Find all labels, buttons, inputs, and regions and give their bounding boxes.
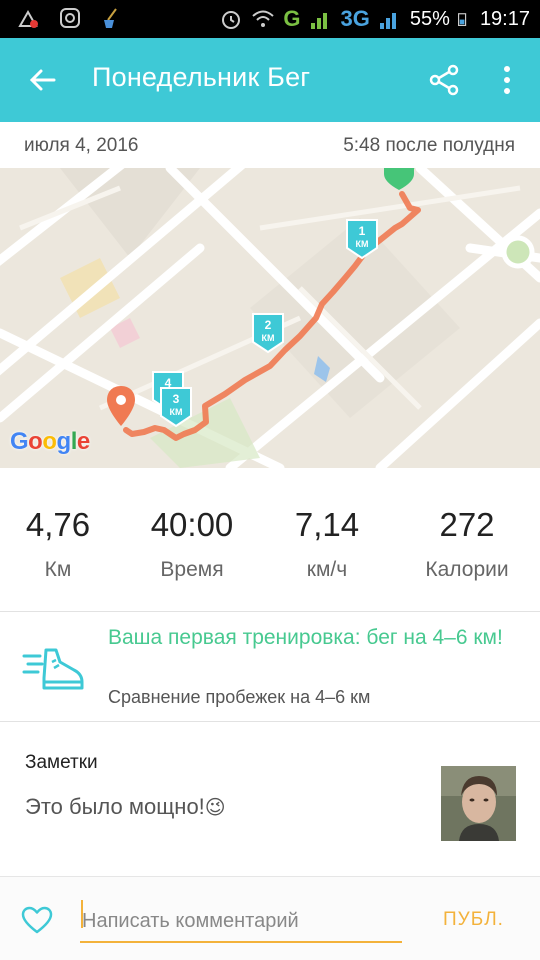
end-location-pin-icon: [107, 386, 135, 426]
km-marker-1[interactable]: 1 КМ: [345, 218, 379, 260]
km-marker-2-num: 2: [265, 318, 272, 332]
achievement-subtitle[interactable]: Сравнение пробежек на 4–6 км: [108, 687, 370, 708]
activity-time: 5:48 после полудня: [343, 135, 515, 156]
stat-time-value: 40:00: [150, 506, 234, 543]
stat-time: 40:00 Время: [127, 506, 257, 582]
notes-section: Заметки Это было мощно!😉: [0, 722, 540, 874]
network-g-indicator: G: [283, 6, 301, 31]
stat-speed: 7,14 км/ч: [262, 506, 392, 582]
cleaner-icon: [104, 8, 117, 28]
signal-icon-1: [310, 13, 327, 29]
achievement-headline: Ваша первая тренировка: бег на 4–6 км!: [108, 626, 503, 649]
notes-body: Это было мощно!: [25, 794, 205, 819]
stat-time-label: Время: [160, 558, 224, 581]
activity-date: июля 4, 2016: [24, 135, 139, 156]
user-avatar-image: [441, 766, 516, 841]
share-icon[interactable]: [426, 62, 462, 98]
stat-distance-value: 4,76: [25, 506, 91, 543]
alarm-icon: [222, 11, 241, 29]
notes-label: Заметки: [25, 752, 98, 773]
stats-row: 4,76 Км 40:00 Время 7,14 км/ч 272 Калори…: [0, 488, 540, 598]
more-vert-icon[interactable]: [496, 64, 518, 96]
back-arrow-icon[interactable]: [26, 64, 58, 96]
stat-calories-label: Калории: [425, 558, 509, 581]
running-shoe-icon: [22, 648, 84, 690]
battery-percent: 55%: [409, 7, 450, 30]
km-marker-3[interactable]: 3 КМ: [159, 386, 193, 428]
signal-icon-2: [379, 13, 396, 29]
page-title: Понедельник Бег: [92, 62, 311, 92]
stat-speed-label: км/ч: [306, 558, 348, 581]
clock-time: 19:17: [479, 7, 530, 30]
km-marker-1-num: 1: [359, 224, 366, 238]
network-3g-indicator: 3G: [340, 6, 370, 31]
achievement-card[interactable]: Ваша первая тренировка: бег на 4–6 км! С…: [0, 612, 540, 720]
post-button[interactable]: ПУБЛ.: [443, 909, 504, 931]
battery-icon: [457, 13, 467, 27]
km-marker-3-unit: КМ: [170, 407, 183, 417]
wink-emoji: 😉: [204, 797, 226, 819]
stat-calories: 272 Калории: [402, 506, 532, 582]
stat-speed-value: 7,14: [294, 506, 360, 543]
notes-text: Это было мощно!😉: [25, 794, 226, 820]
activity-date-row: июля 4, 2016 5:48 после полудня: [0, 122, 540, 168]
km-marker-2[interactable]: 2 КМ: [251, 312, 285, 354]
google-logo: Google: [10, 428, 90, 455]
start-pin-icon: [384, 168, 414, 190]
km-marker-2-unit: КМ: [262, 333, 275, 343]
user-photo[interactable]: [441, 766, 516, 841]
km-marker-1-unit: КМ: [356, 239, 369, 249]
route-map[interactable]: 1 КМ 2 КМ 4 3 КМ Google: [0, 168, 540, 468]
wifi-icon: [252, 10, 275, 27]
app-notification-icon: [18, 9, 38, 28]
heart-like-icon[interactable]: [21, 906, 53, 934]
comment-input[interactable]: [80, 901, 402, 943]
instagram-icon: [60, 8, 80, 28]
stat-distance: 4,76 Км: [0, 506, 123, 582]
stat-distance-label: Км: [44, 558, 72, 581]
status-bar: G 3G 55% 19:17: [0, 0, 540, 38]
km-marker-3-num: 3: [173, 392, 180, 406]
app-bar: Понедельник Бег: [0, 38, 540, 122]
stat-calories-value: 272: [439, 506, 495, 543]
text-cursor: [81, 900, 83, 928]
